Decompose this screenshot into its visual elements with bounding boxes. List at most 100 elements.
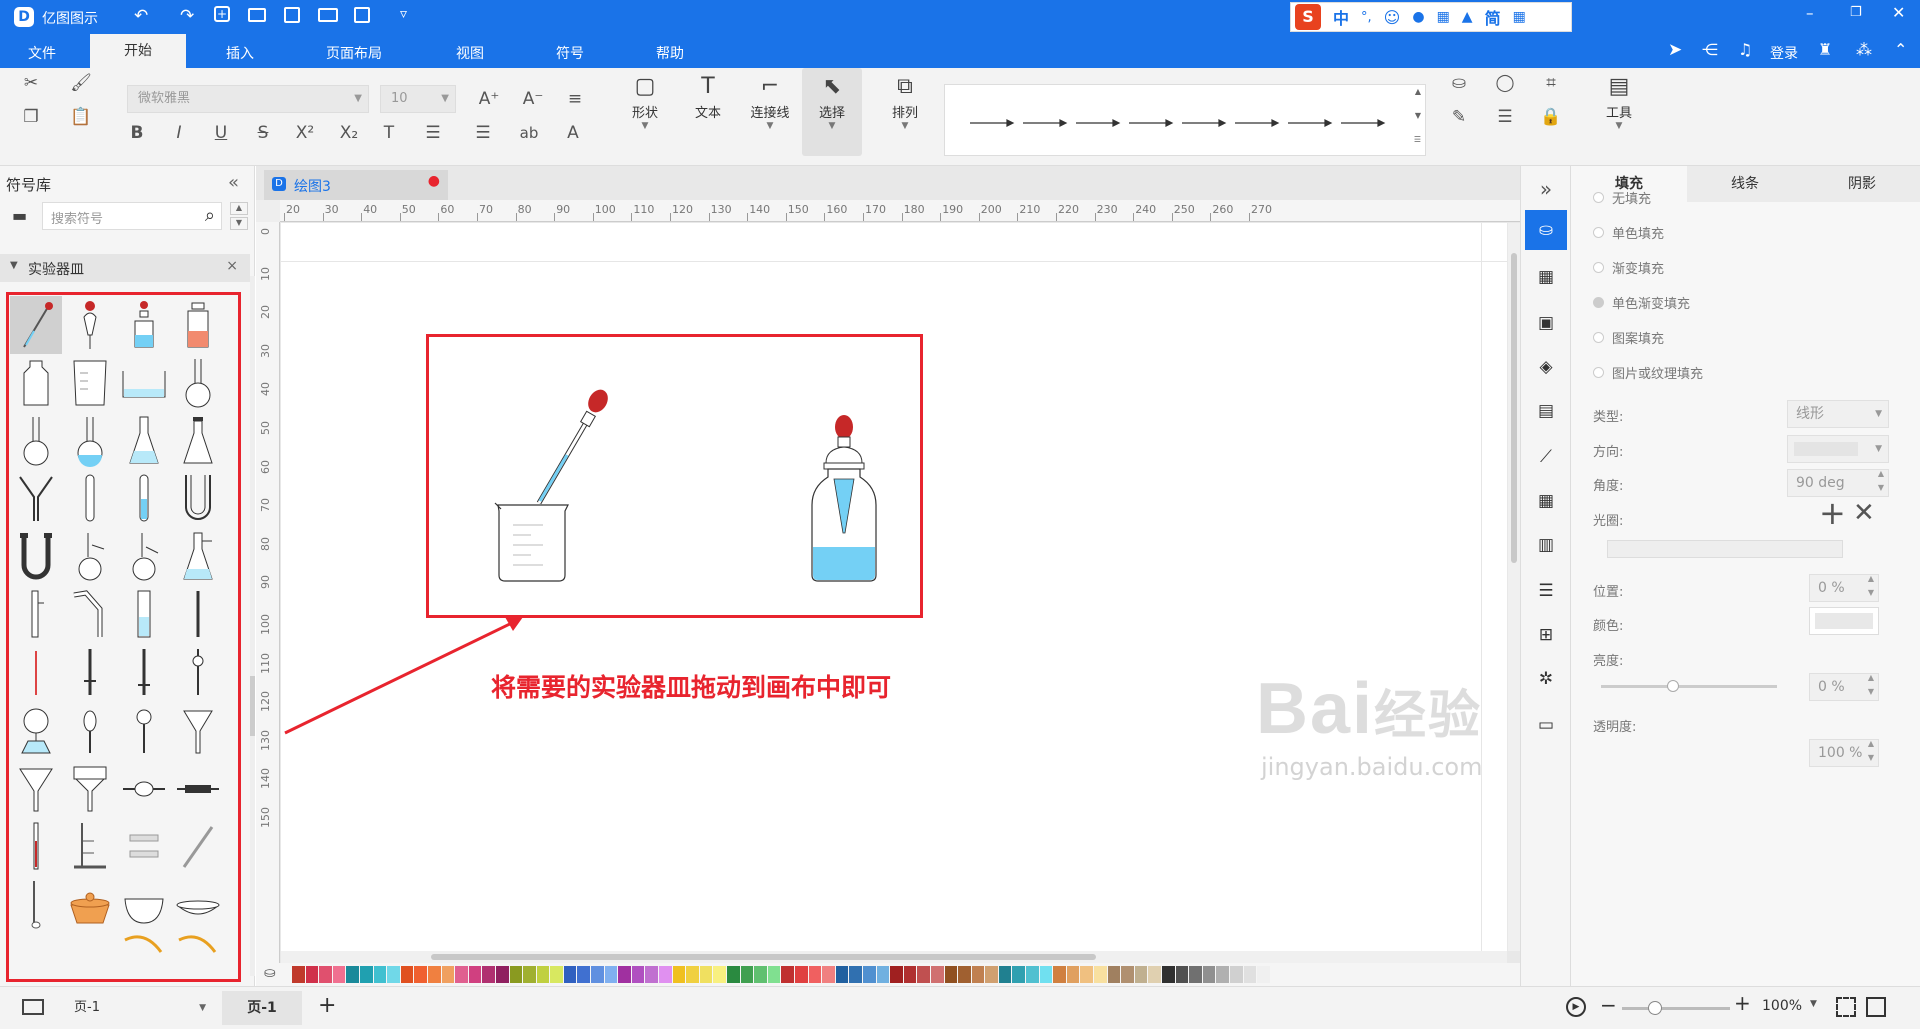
color-swatch[interactable] <box>822 966 835 983</box>
fill-option-row-mono-gradient[interactable]: 单色渐变填充 <box>1593 293 1690 312</box>
color-swatch[interactable] <box>1216 966 1229 983</box>
zoom-slider[interactable] <box>1622 1001 1730 1015</box>
fullscreen-icon[interactable] <box>1866 997 1886 1017</box>
color-swatch[interactable] <box>1039 966 1053 983</box>
tools-button[interactable]: ▤ 工具 ▼ <box>1592 70 1646 132</box>
page-tab[interactable]: 页-1 <box>222 991 302 1025</box>
symbol-tongs-2[interactable] <box>172 932 224 962</box>
library-scroll-down-icon[interactable]: ▼ <box>230 217 248 230</box>
symbol-condenser[interactable] <box>172 760 224 818</box>
symbol-tongs[interactable] <box>118 932 170 962</box>
color-swatch[interactable] <box>890 966 903 983</box>
symbol-bottle[interactable] <box>10 354 62 412</box>
dropper-bottle-shape[interactable] <box>796 413 896 593</box>
symbol-thermometer-tube[interactable] <box>10 586 62 644</box>
crop-icon[interactable]: ⌗ <box>1538 70 1564 96</box>
color-swatch[interactable] <box>536 966 550 983</box>
symbol-burette-stopcock[interactable] <box>64 644 116 702</box>
color-swatch[interactable] <box>659 966 672 983</box>
direction-select[interactable]: ▼ <box>1787 435 1889 463</box>
color-swatch[interactable] <box>1202 966 1216 983</box>
color-swatch[interactable] <box>427 966 441 983</box>
color-swatch[interactable] <box>373 966 387 983</box>
text-format-icon[interactable]: T <box>376 120 402 146</box>
collapse-ribbon-icon[interactable]: ⌃ <box>1894 40 1907 59</box>
symbol-test-tube-filled[interactable] <box>118 470 170 528</box>
format-icon[interactable]: ☰ <box>1531 576 1561 606</box>
color-swatch[interactable] <box>672 966 686 983</box>
library-menu-icon[interactable]: ▬ <box>12 206 27 225</box>
ime-mode[interactable]: 中 <box>1333 5 1349 29</box>
symbol-spatula[interactable] <box>10 876 62 934</box>
minimize-icon[interactable]: – <box>1806 4 1814 22</box>
symbol-u-tube-filled[interactable] <box>10 528 62 586</box>
symbol-y-tube[interactable] <box>10 470 62 528</box>
radio-pattern[interactable] <box>1593 332 1604 343</box>
color-swatch[interactable] <box>509 966 523 983</box>
radio-none[interactable] <box>1593 192 1604 203</box>
collapse-panel-icon[interactable]: « <box>228 172 239 193</box>
category-close-icon[interactable]: × <box>226 258 238 274</box>
color-swatch[interactable] <box>1066 966 1080 983</box>
data-icon[interactable]: ▥ <box>1531 530 1561 560</box>
symbol-burette-2[interactable] <box>118 644 170 702</box>
decrease-font-icon[interactable]: A⁻ <box>520 86 546 112</box>
symbol-apparatus-stand[interactable] <box>10 702 62 760</box>
skin-icon[interactable]: ▲ <box>1462 9 1473 25</box>
color-swatch[interactable] <box>387 966 400 983</box>
color-swatch[interactable] <box>563 966 577 983</box>
save-icon[interactable] <box>284 7 300 23</box>
fill-panel-icon[interactable]: ⛀ <box>1525 210 1567 250</box>
category-expand-icon[interactable]: ▼ <box>10 260 18 271</box>
color-swatch[interactable] <box>876 966 890 983</box>
color-swatch[interactable] <box>618 966 631 983</box>
bell-icon[interactable]: ♫ <box>1738 40 1752 59</box>
gallery-scroll-up-icon[interactable]: ▲ <box>1415 87 1421 96</box>
color-swatch[interactable] <box>971 966 985 983</box>
color-swatch[interactable] <box>550 966 563 983</box>
new-icon[interactable]: + <box>214 6 230 22</box>
shape-button[interactable]: ▢ 形状 ▼ <box>620 70 670 132</box>
keyboard-icon[interactable]: ▦ <box>1437 9 1450 25</box>
color-swatch[interactable] <box>1026 966 1039 983</box>
color-swatch[interactable] <box>523 966 536 983</box>
font-size-select[interactable]: 10 ▼ <box>380 85 456 113</box>
color-swatch[interactable] <box>754 966 767 983</box>
undo-icon[interactable]: ↶ <box>134 6 148 26</box>
symbol-volumetric-flask[interactable] <box>64 412 116 470</box>
connect-icon[interactable]: ✲ <box>1531 664 1561 694</box>
fill-option-row-solid[interactable]: 单色填充 <box>1593 223 1664 242</box>
fill-option-row-pattern[interactable]: 图案填充 <box>1593 328 1664 347</box>
shape-style-icon[interactable]: ◯ <box>1492 70 1518 96</box>
symbol-trough[interactable] <box>118 354 170 412</box>
document-tab[interactable]: D 绘图3 ● <box>264 170 448 200</box>
zoom-level[interactable]: 100% <box>1762 998 1802 1014</box>
beaker-with-dropper-shape[interactable] <box>481 383 621 593</box>
color-swatch[interactable] <box>604 966 618 983</box>
symbol-graduated-cylinder[interactable] <box>118 586 170 644</box>
org-icon[interactable]: ⊞ <box>1531 620 1561 650</box>
export-icon[interactable] <box>354 7 370 23</box>
symbol-conical-flask[interactable] <box>172 412 224 470</box>
paste-icon[interactable]: 📋 <box>68 104 94 130</box>
fill-icon[interactable]: ⛀ <box>1446 70 1472 96</box>
color-swatch[interactable] <box>808 966 822 983</box>
text-case-icon[interactable]: ab <box>516 120 542 146</box>
radio-gradient[interactable] <box>1593 262 1604 273</box>
symbol-glass-slide[interactable] <box>118 818 170 876</box>
fill-option-row-gradient[interactable]: 渐变填充 <box>1593 258 1664 277</box>
symbol-reagent-bottle[interactable] <box>172 296 224 354</box>
color-swatch[interactable] <box>455 966 468 983</box>
color-swatch[interactable] <box>645 966 659 983</box>
symbol-round-flask[interactable] <box>172 354 224 412</box>
ime-simplified[interactable]: 简 <box>1485 5 1501 29</box>
color-swatch[interactable] <box>727 966 740 983</box>
color-swatch[interactable] <box>930 966 944 983</box>
zoom-in-icon[interactable]: + <box>1734 991 1751 1015</box>
strikethrough-icon[interactable]: S <box>250 120 276 146</box>
symbol-drop-funnel[interactable] <box>64 702 116 760</box>
brightness-slider[interactable] <box>1601 680 1777 692</box>
line-weight-icon[interactable]: ☰ <box>1492 104 1518 130</box>
superscript-icon[interactable]: X² <box>292 120 318 146</box>
format-painter-icon[interactable]: 🖌 <box>68 70 94 96</box>
